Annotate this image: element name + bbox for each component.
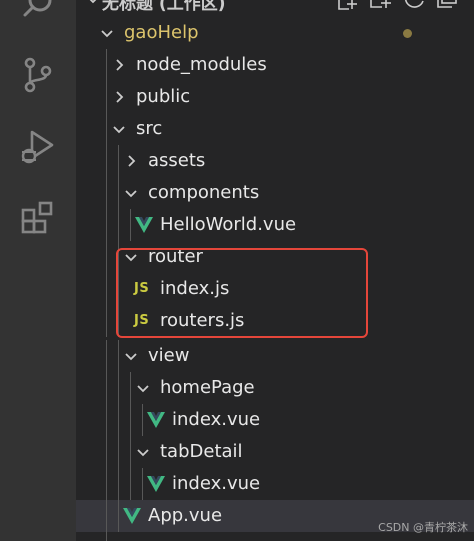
indent-guide (106, 241, 107, 273)
indent-guide (106, 340, 107, 372)
indent-guide (130, 404, 131, 436)
source-control-icon[interactable] (18, 55, 58, 95)
indent-guide (118, 209, 119, 241)
extensions-icon[interactable] (18, 198, 58, 238)
tree-item-view[interactable]: view (76, 340, 474, 372)
tree-item-label: index.vue (172, 409, 261, 430)
indent-guide (106, 532, 107, 541)
indent-guide (106, 113, 107, 145)
vscode-window: 无标题 (工作区) gaoHelp node_modules public sr… (0, 0, 474, 541)
tree-item-label: assets (148, 150, 206, 171)
indent-guide (118, 145, 119, 177)
indent-guide (106, 209, 107, 241)
tree-item-src[interactable]: src (76, 113, 474, 145)
indent-guide (106, 468, 107, 500)
tree-item-label: index.vue (172, 473, 261, 494)
tree-item-label: src (136, 118, 163, 139)
tree-item-homepage-index-vue[interactable]: index.vue (76, 404, 474, 436)
indent-guide (106, 372, 107, 404)
new-file-icon[interactable] (334, 0, 360, 13)
modified-dot-icon (403, 29, 412, 38)
tree-item-public[interactable]: public (76, 81, 474, 113)
indent-guide (130, 209, 131, 241)
run-debug-icon[interactable] (18, 127, 58, 167)
chevron-down-icon (124, 186, 138, 200)
refresh-icon[interactable] (402, 0, 428, 13)
indent-guide (118, 404, 119, 436)
indent-guide (106, 81, 107, 113)
indent-guide (106, 273, 107, 305)
chevron-right-icon (112, 58, 126, 72)
tree-item-label: public (136, 86, 191, 107)
vue-file-icon (146, 411, 166, 429)
explorer-actions (334, 0, 474, 15)
indent-guide (130, 436, 131, 468)
search-icon[interactable] (18, 0, 58, 24)
workspace-header[interactable]: 无标题 (工作区) (76, 0, 474, 15)
indent-guide (142, 468, 143, 500)
workspace-title: 无标题 (工作区) (102, 0, 226, 14)
tree-item-components[interactable]: components (76, 177, 474, 209)
tree-item-tabdetail-index-vue[interactable]: index.vue (76, 468, 474, 500)
indent-guide (118, 340, 119, 372)
indent-guide (106, 500, 107, 532)
tree-item-tabdetail[interactable]: tabDetail (76, 436, 474, 468)
indent-guide (142, 404, 143, 436)
indent-guide (130, 468, 131, 500)
tree-item-label: node_modules (136, 54, 267, 75)
indent-guide (106, 436, 107, 468)
indent-guide (130, 372, 131, 404)
vue-file-icon (146, 475, 166, 493)
annotation-highlight-box (116, 248, 368, 338)
tree-item-label: App.vue (148, 505, 223, 526)
chevron-down-icon (100, 26, 114, 40)
indent-guide (118, 372, 119, 404)
tree-item-node-modules[interactable]: node_modules (76, 49, 474, 81)
indent-guide (106, 145, 107, 177)
tree-item-label: components (148, 182, 260, 203)
tree-item-label: gaoHelp (124, 22, 199, 43)
tree-item-helloworld-vue[interactable]: HelloWorld.vue (76, 209, 474, 241)
tree-item-homepage[interactable]: homePage (76, 372, 474, 404)
chevron-down-icon (136, 381, 150, 395)
indent-guide (118, 500, 119, 532)
indent-guide (106, 305, 107, 337)
tree-item-gaohelp[interactable]: gaoHelp (76, 17, 474, 49)
indent-guide (118, 436, 119, 468)
indent-guide (106, 404, 107, 436)
new-folder-icon[interactable] (368, 0, 394, 13)
chevron-down-icon (124, 349, 138, 363)
vue-file-icon (122, 507, 142, 525)
watermark: CSDN @青柠茶沐 (378, 521, 468, 534)
chevron-down-icon (112, 122, 126, 136)
vue-file-icon (134, 216, 154, 234)
indent-guide (106, 49, 107, 81)
tree-item-label: view (148, 345, 190, 366)
chevron-down-icon (86, 0, 100, 5)
chevron-right-icon (112, 90, 126, 104)
tree-item-label: HelloWorld.vue (160, 214, 297, 235)
tree-item-label: homePage (160, 377, 255, 398)
collapse-all-icon[interactable] (434, 0, 460, 13)
indent-guide (118, 468, 119, 500)
tree-item-assets[interactable]: assets (76, 145, 474, 177)
chevron-down-icon (136, 445, 150, 459)
indent-guide (106, 177, 107, 209)
indent-guide (118, 177, 119, 209)
activity-bar (0, 0, 76, 541)
tree-item-label: tabDetail (160, 441, 243, 462)
chevron-right-icon (124, 154, 138, 168)
